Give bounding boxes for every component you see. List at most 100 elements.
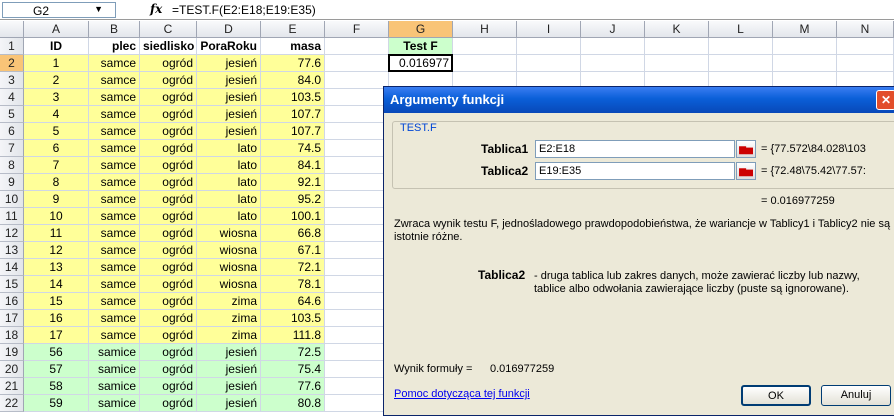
- cell-plec[interactable]: samice: [89, 395, 140, 412]
- row-header[interactable]: 6: [0, 123, 24, 140]
- cell-masa[interactable]: 67.1: [261, 242, 325, 259]
- cell-masa[interactable]: 80.8: [261, 395, 325, 412]
- cell-plec[interactable]: samice: [89, 378, 140, 395]
- cell-pora[interactable]: wiosna: [197, 259, 261, 276]
- cell[interactable]: [325, 38, 389, 55]
- column-header[interactable]: N: [837, 21, 894, 38]
- cell-id[interactable]: 57: [24, 361, 89, 378]
- cell-plec[interactable]: samce: [89, 259, 140, 276]
- column-header[interactable]: E: [261, 21, 325, 38]
- row-header[interactable]: 8: [0, 157, 24, 174]
- cell-plec[interactable]: samce: [89, 157, 140, 174]
- cell-pora[interactable]: wiosna: [197, 225, 261, 242]
- cell-siedlisko[interactable]: ogród: [140, 395, 197, 412]
- column-header[interactable]: K: [645, 21, 709, 38]
- cell-masa[interactable]: 77.6: [261, 378, 325, 395]
- column-header[interactable]: M: [773, 21, 837, 38]
- cell[interactable]: [325, 55, 389, 72]
- test-f-header[interactable]: Test F: [389, 38, 453, 55]
- name-box[interactable]: G2 ▼: [2, 2, 116, 18]
- cell-id[interactable]: 8: [24, 174, 89, 191]
- cell[interactable]: [453, 55, 517, 72]
- row-header[interactable]: 13: [0, 242, 24, 259]
- cell[interactable]: [325, 123, 389, 140]
- cell-id[interactable]: 1: [24, 55, 89, 72]
- cell-siedlisko[interactable]: ogród: [140, 259, 197, 276]
- cell-masa[interactable]: 64.6: [261, 293, 325, 310]
- cell-plec[interactable]: samce: [89, 208, 140, 225]
- cell-id[interactable]: 59: [24, 395, 89, 412]
- cell-pora[interactable]: lato: [197, 174, 261, 191]
- collapse-dialog-icon[interactable]: ▆▅: [736, 140, 756, 158]
- row-header[interactable]: 21: [0, 378, 24, 395]
- arg1-input[interactable]: E2:E18: [535, 140, 735, 158]
- cell-pora[interactable]: jesień: [197, 361, 261, 378]
- cell[interactable]: [325, 310, 389, 327]
- cell[interactable]: [325, 140, 389, 157]
- cell[interactable]: [325, 89, 389, 106]
- select-all-corner[interactable]: [0, 21, 24, 38]
- cell-id[interactable]: 6: [24, 140, 89, 157]
- cell-pora[interactable]: jesień: [197, 344, 261, 361]
- cell-siedlisko[interactable]: ogród: [140, 327, 197, 344]
- cell[interactable]: [325, 259, 389, 276]
- cell-plec[interactable]: samice: [89, 361, 140, 378]
- cell-pora[interactable]: lato: [197, 191, 261, 208]
- cell-siedlisko[interactable]: ogród: [140, 378, 197, 395]
- header-cell[interactable]: masa: [261, 38, 325, 55]
- cell-siedlisko[interactable]: ogród: [140, 140, 197, 157]
- ok-button[interactable]: OK: [741, 385, 811, 406]
- cell-siedlisko[interactable]: ogród: [140, 276, 197, 293]
- cell[interactable]: [581, 38, 645, 55]
- cell-id[interactable]: 4: [24, 106, 89, 123]
- cell-siedlisko[interactable]: ogród: [140, 123, 197, 140]
- row-header[interactable]: 15: [0, 276, 24, 293]
- cell-masa[interactable]: 84.1: [261, 157, 325, 174]
- column-header[interactable]: D: [197, 21, 261, 38]
- cell-plec[interactable]: samce: [89, 55, 140, 72]
- cell-plec[interactable]: samce: [89, 106, 140, 123]
- header-cell[interactable]: siedlisko: [140, 38, 197, 55]
- header-cell[interactable]: PoraRoku: [197, 38, 261, 55]
- row-header[interactable]: 9: [0, 174, 24, 191]
- cell[interactable]: [325, 242, 389, 259]
- row-header[interactable]: 20: [0, 361, 24, 378]
- cell[interactable]: [709, 38, 773, 55]
- cell[interactable]: [517, 38, 581, 55]
- cell-plec[interactable]: samce: [89, 123, 140, 140]
- row-header[interactable]: 18: [0, 327, 24, 344]
- cell[interactable]: [325, 344, 389, 361]
- cell[interactable]: [645, 55, 709, 72]
- row-header[interactable]: 16: [0, 293, 24, 310]
- formula-input[interactable]: =TEST.F(E2:E18;E19:E35): [172, 3, 316, 17]
- cell-pora[interactable]: lato: [197, 157, 261, 174]
- cell-masa[interactable]: 103.5: [261, 310, 325, 327]
- cell-id[interactable]: 17: [24, 327, 89, 344]
- cell-id[interactable]: 3: [24, 89, 89, 106]
- cell-plec[interactable]: samce: [89, 72, 140, 89]
- help-link[interactable]: Pomoc dotycząca tej funkcji: [394, 388, 530, 400]
- cell-id[interactable]: 10: [24, 208, 89, 225]
- cell-id[interactable]: 12: [24, 242, 89, 259]
- collapse-dialog-icon[interactable]: ▆▅: [736, 162, 756, 180]
- cell-pora[interactable]: lato: [197, 140, 261, 157]
- cell-id[interactable]: 16: [24, 310, 89, 327]
- cell-siedlisko[interactable]: ogród: [140, 361, 197, 378]
- cell-pora[interactable]: jesień: [197, 106, 261, 123]
- cell-siedlisko[interactable]: ogród: [140, 344, 197, 361]
- row-header[interactable]: 10: [0, 191, 24, 208]
- cell[interactable]: [325, 191, 389, 208]
- cell-siedlisko[interactable]: ogród: [140, 174, 197, 191]
- cell-plec[interactable]: samice: [89, 344, 140, 361]
- column-header[interactable]: C: [140, 21, 197, 38]
- cell-pora[interactable]: lato: [197, 208, 261, 225]
- cell-siedlisko[interactable]: ogród: [140, 310, 197, 327]
- cell-pora[interactable]: zima: [197, 310, 261, 327]
- row-header[interactable]: 3: [0, 72, 24, 89]
- cell[interactable]: [325, 361, 389, 378]
- cell-pora[interactable]: jesień: [197, 123, 261, 140]
- cell[interactable]: [645, 38, 709, 55]
- cell-plec[interactable]: samce: [89, 276, 140, 293]
- row-header[interactable]: 11: [0, 208, 24, 225]
- column-header[interactable]: F: [325, 21, 389, 38]
